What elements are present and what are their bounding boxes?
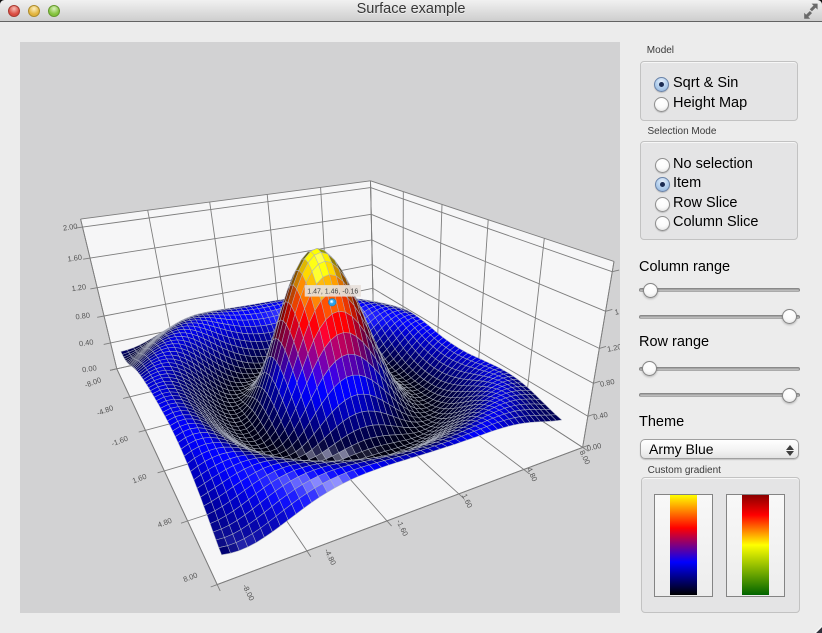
svg-text:1.47, 1.46, -0.16: 1.47, 1.46, -0.16	[307, 289, 358, 296]
